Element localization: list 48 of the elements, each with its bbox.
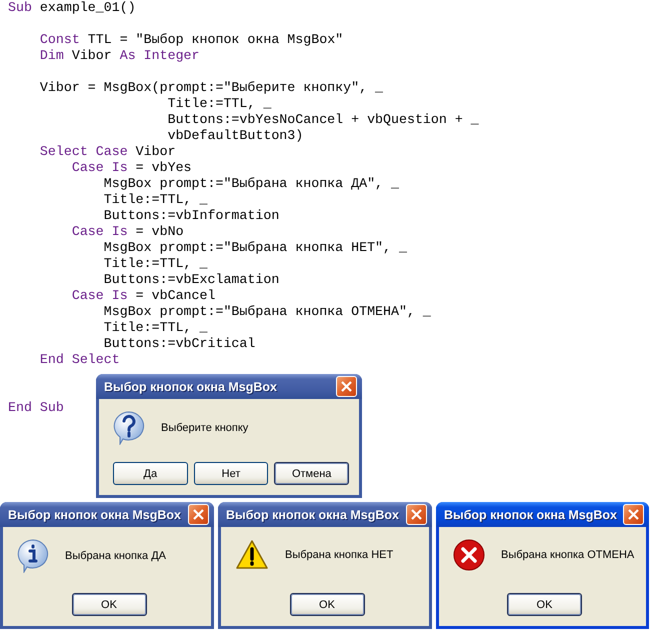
information-icon <box>17 539 49 573</box>
question-icon <box>113 411 145 445</box>
code-line: Vibor = MsgBox(prompt:="Выберите кнопку", _ <box>38 80 384 96</box>
warning-icon <box>235 539 269 571</box>
code-line: Dim Vibor As Integer <box>38 48 200 64</box>
code-line: Buttons:=vbInformation <box>102 208 280 224</box>
close-icon <box>628 509 639 520</box>
message-text: Выбрана кнопка ДА <box>65 550 166 562</box>
dialog-button[interactable]: Да <box>113 462 188 485</box>
close-button[interactable] <box>623 504 644 525</box>
code-line: Buttons:=vbYesNoCancel + vbQuestion + _ <box>166 112 479 128</box>
message-text: Выбрана кнопка ОТМЕНА <box>501 549 634 561</box>
code-line: Title:=TTL, _ <box>102 192 208 208</box>
code-line: vbDefaultButton3) <box>166 128 304 144</box>
window-title: Выбор кнопок окна MsgBox <box>444 508 618 522</box>
dialog-button[interactable]: OK <box>507 593 582 616</box>
dialog-button[interactable]: OK <box>72 593 146 616</box>
code-line: Buttons:=vbExclamation <box>102 272 280 288</box>
close-icon <box>341 381 352 392</box>
code-line: Buttons:=vbCritical <box>102 336 256 352</box>
dialog-button[interactable]: Нет <box>194 462 268 485</box>
code-line: Title:=TTL, _ <box>102 320 208 336</box>
code-line: Title:=TTL, _ <box>166 96 272 112</box>
code-line: End Select <box>38 352 120 368</box>
dialog-button[interactable]: OK <box>290 593 364 616</box>
code-line: Sub example_01() <box>8 0 136 16</box>
error-icon <box>453 539 485 571</box>
message-text: Выберите кнопку <box>161 422 248 434</box>
window-title: Выбор кнопок окна MsgBox <box>104 380 278 394</box>
code-line: Title:=TTL, _ <box>102 256 208 272</box>
window-title: Выбор кнопок окна MsgBox <box>8 508 182 522</box>
dialog-button[interactable]: Отмена <box>274 462 350 485</box>
code-line: Case Is = vbYes <box>70 160 192 176</box>
code-line: MsgBox prompt:="Выбрана кнопка ДА", _ <box>102 176 399 192</box>
close-button[interactable] <box>188 504 209 525</box>
window-title: Выбор кнопок окна MsgBox <box>226 508 400 522</box>
close-icon <box>411 509 422 520</box>
code-line: MsgBox prompt:="Выбрана кнопка НЕТ", _ <box>102 240 407 256</box>
message-text: Выбрана кнопка НЕТ <box>285 549 394 561</box>
close-icon <box>193 509 204 520</box>
code-line: Case Is = vbNo <box>70 224 184 240</box>
code-line: Case Is = vbCancel <box>70 288 216 304</box>
close-button[interactable] <box>336 376 357 397</box>
close-button[interactable] <box>406 504 427 525</box>
code-line: Select Case Vibor <box>38 144 176 160</box>
code-line: Const TTL = "Выбор кнопок окна MsgBox" <box>38 32 344 48</box>
code-line: MsgBox prompt:="Выбрана кнопка ОТМЕНА", _ <box>102 304 431 320</box>
code-line: End Sub <box>8 400 64 416</box>
